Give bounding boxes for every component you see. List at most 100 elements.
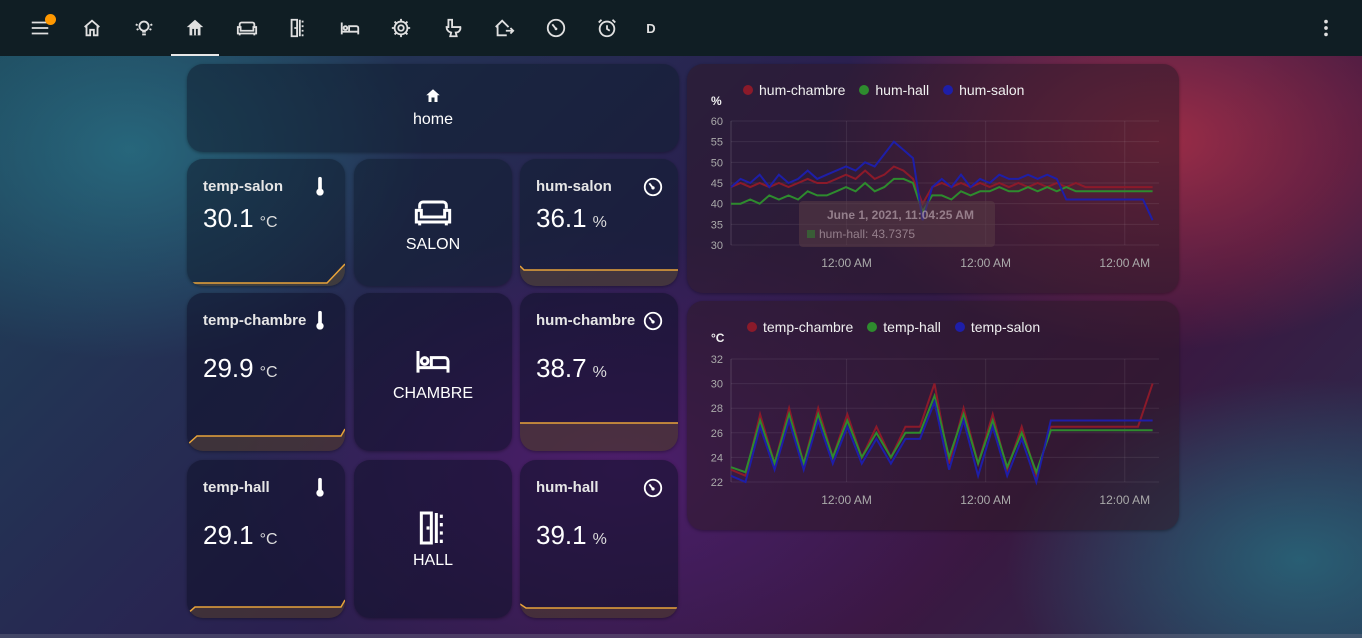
sensor-value-row: 30.1 °C bbox=[203, 203, 278, 234]
gauge-icon bbox=[643, 177, 663, 197]
sensor-unit: °C bbox=[259, 531, 278, 548]
room-salon-card[interactable]: SALON bbox=[354, 159, 512, 286]
tab-away[interactable] bbox=[484, 0, 524, 56]
home-filled-icon bbox=[426, 89, 440, 102]
x-tick-label: 12:00 AM bbox=[960, 256, 1011, 270]
sensor-unit: % bbox=[592, 531, 607, 548]
x-tick-label: 12:00 AM bbox=[821, 256, 872, 270]
chart-tooltip: June 1, 2021, 11:04:25 AM hum-hall: 43.73… bbox=[799, 201, 995, 247]
bottom-scrollbar[interactable] bbox=[0, 634, 1362, 638]
y-tick-label: 28 bbox=[711, 403, 723, 415]
temp-hall-card[interactable]: temp-hall 29.1 °C bbox=[187, 460, 345, 618]
thermometer-icon bbox=[316, 176, 324, 196]
sensor-value-row: 39.1% bbox=[536, 520, 607, 551]
room-chambre-card[interactable]: CHAMBRE bbox=[354, 293, 512, 451]
x-tick-label: 12:00 AM bbox=[821, 493, 872, 507]
thermometer-icon bbox=[316, 310, 324, 330]
dots-vertical-icon bbox=[1324, 19, 1328, 37]
y-tick-label: 50 bbox=[711, 157, 723, 169]
hum-chambre-card[interactable]: hum-chambre 38.7% bbox=[520, 293, 678, 451]
temp-chambre-card[interactable]: temp-chambre 29.9 °C bbox=[187, 293, 345, 451]
x-tick-label: 12:00 AM bbox=[960, 493, 1011, 507]
room-hall-card[interactable]: HALL bbox=[354, 460, 512, 618]
tab-alarm[interactable] bbox=[587, 0, 627, 56]
hum-salon-card[interactable]: hum-salon 36.1% bbox=[520, 159, 678, 286]
y-tick-label: 32 bbox=[711, 354, 723, 366]
top-toolbar: D bbox=[0, 0, 1362, 56]
tab-settings[interactable] bbox=[381, 0, 421, 56]
sensor-value: 29.9 bbox=[203, 353, 254, 383]
sensor-value-row: 38.7% bbox=[536, 353, 607, 384]
door-hall-icon bbox=[290, 18, 304, 38]
temp-salon-card[interactable]: temp-salon 30.1 °C bbox=[187, 159, 345, 286]
tab-toilet[interactable] bbox=[433, 0, 473, 56]
overflow-menu-button[interactable] bbox=[1306, 0, 1346, 56]
home-filled-icon bbox=[186, 19, 204, 36]
room-label: HALL bbox=[412, 552, 454, 569]
home-card[interactable]: home bbox=[187, 64, 679, 152]
y-tick-label: 22 bbox=[711, 477, 723, 489]
home-export-icon bbox=[495, 19, 515, 37]
sensor-unit: % bbox=[592, 214, 607, 231]
tab-salon[interactable] bbox=[227, 0, 267, 56]
y-tick-label: 55 bbox=[711, 137, 723, 149]
bed-icon bbox=[416, 351, 450, 373]
sensor-name: temp-salon bbox=[203, 178, 284, 195]
sensor-unit: % bbox=[592, 364, 607, 381]
sensor-value: 30.1 bbox=[203, 203, 254, 233]
sparkline-graph bbox=[520, 603, 678, 618]
sensor-name: hum-salon bbox=[536, 178, 612, 195]
x-tick-label: 12:00 AM bbox=[1099, 493, 1150, 507]
y-tick-label: 24 bbox=[711, 452, 723, 464]
gauge-icon bbox=[643, 478, 663, 498]
tooltip-swatch bbox=[807, 230, 815, 238]
y-tick-label: 30 bbox=[711, 379, 723, 391]
home-outline-icon bbox=[84, 19, 100, 37]
sensor-unit: °C bbox=[259, 214, 278, 231]
humidity-line-chart[interactable]: 30 35 40 45 50 55 60 12:00 AM 12:00 AM 12:00 AM Ju… bbox=[687, 64, 1179, 293]
sensor-unit: °C bbox=[259, 364, 278, 381]
cog-icon bbox=[391, 18, 411, 38]
sensor-name: temp-hall bbox=[203, 479, 270, 496]
tab-home[interactable] bbox=[72, 0, 112, 56]
tab-chambre[interactable] bbox=[330, 0, 370, 56]
y-tick-label: 60 bbox=[711, 116, 723, 128]
y-tick-label: 45 bbox=[711, 178, 723, 190]
tooltip-title: June 1, 2021, 11:04:25 AM bbox=[827, 208, 974, 222]
lightbulb-group-icon bbox=[135, 20, 153, 36]
series-line-temp-salon bbox=[730, 398, 1153, 486]
bed-icon bbox=[340, 22, 360, 35]
gauge-icon bbox=[546, 18, 566, 38]
tab-hall[interactable] bbox=[278, 0, 318, 56]
sensor-name: temp-chambre bbox=[203, 312, 307, 329]
hum-hall-card[interactable]: hum-hall 39.1% bbox=[520, 460, 678, 618]
alarm-icon bbox=[598, 19, 616, 38]
sensor-value-row: 29.1 °C bbox=[203, 520, 278, 551]
sensor-value-row: 29.9 °C bbox=[203, 353, 278, 384]
sensor-value: 38.7 bbox=[536, 353, 587, 383]
room-label: CHAMBRE bbox=[392, 385, 473, 402]
y-tick-label: 35 bbox=[711, 219, 723, 231]
thermometer-icon bbox=[316, 477, 324, 497]
tab-lights[interactable] bbox=[124, 0, 164, 56]
home-card-label: home bbox=[412, 111, 454, 128]
y-tick-label: 30 bbox=[711, 240, 723, 252]
sensor-value: 39.1 bbox=[536, 520, 587, 550]
temperature-history-card[interactable]: °C temp-chambre temp-hall temp-salon 22 2… bbox=[687, 301, 1179, 530]
toilet-icon bbox=[445, 18, 462, 38]
sparkline-graph bbox=[187, 428, 345, 451]
sensor-value-row: 36.1% bbox=[536, 203, 607, 234]
sensor-name: hum-chambre bbox=[536, 312, 636, 329]
door-hall-icon bbox=[419, 511, 443, 545]
menu-button[interactable] bbox=[20, 0, 60, 56]
tab-gauges[interactable] bbox=[536, 0, 576, 56]
temperature-line-chart[interactable]: 22 24 26 28 30 32 12:00 AM 12:00 AM 12:00 AM bbox=[687, 301, 1179, 530]
sparkline-graph bbox=[520, 422, 678, 451]
sparkline-graph bbox=[187, 263, 345, 286]
tab-d[interactable]: D bbox=[631, 0, 671, 56]
sensor-name: hum-hall bbox=[536, 479, 599, 496]
sofa-icon bbox=[414, 200, 452, 225]
sparkline-graph bbox=[187, 599, 345, 618]
tab-maison[interactable] bbox=[171, 0, 219, 56]
humidity-history-card[interactable]: % hum-chambre hum-hall hum-salon 30 35 40 4… bbox=[687, 64, 1179, 293]
